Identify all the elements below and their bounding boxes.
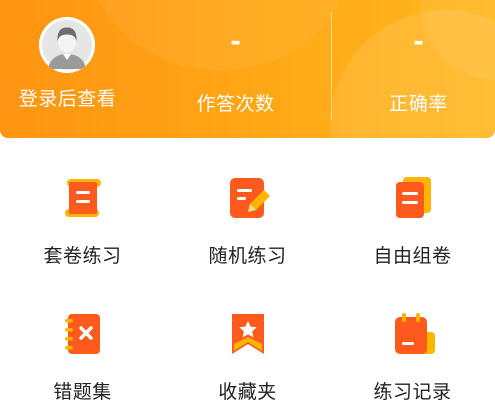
- stat-accuracy: - 正确率: [336, 0, 495, 138]
- menu-item-practice-record[interactable]: 练习记录: [330, 274, 495, 409]
- wrong-notebook-icon: [59, 310, 107, 358]
- stat-value: -: [413, 27, 424, 57]
- stat-label: 作答次数: [196, 93, 275, 115]
- avatar[interactable]: [39, 17, 95, 73]
- menu-item-wrong-questions[interactable]: 错题集: [0, 274, 165, 409]
- login-prompt[interactable]: 登录后查看: [0, 84, 135, 111]
- menu-item-label: 错题集: [53, 381, 112, 403]
- menu-item-label: 练习记录: [373, 381, 452, 403]
- menu-item-label: 套卷练习: [43, 245, 122, 267]
- stacked-papers-icon: [389, 174, 437, 222]
- menu-item-favorites[interactable]: 收藏夹: [165, 274, 330, 409]
- menu-item-label: 收藏夹: [218, 381, 277, 403]
- feature-menu: 套卷练习 随机练习 自由组卷 错题集 收藏夹 练习记录: [0, 138, 495, 409]
- paper-scroll-icon: [59, 174, 107, 222]
- menu-item-paper-practice[interactable]: 套卷练习: [0, 138, 165, 273]
- edit-note-icon: [224, 174, 272, 222]
- page: 登录后查看 - 作答次数 - 正确率 套卷练习 随机练习 自由组卷 错题集 收藏…: [0, 0, 495, 409]
- bookmark-star-icon: [224, 310, 272, 358]
- menu-item-label: 随机练习: [208, 245, 287, 267]
- calendar-record-icon: [389, 310, 437, 358]
- header-banner: 登录后查看 - 作答次数 - 正确率: [0, 0, 495, 138]
- stat-label: 正确率: [389, 93, 448, 115]
- stat-divider: [331, 12, 332, 120]
- menu-item-label: 自由组卷: [373, 245, 452, 267]
- menu-item-random-practice[interactable]: 随机练习: [165, 138, 330, 273]
- stat-answer-count: - 作答次数: [153, 0, 318, 138]
- menu-item-custom-paper[interactable]: 自由组卷: [330, 138, 495, 273]
- stat-value: -: [230, 27, 241, 57]
- user-avatar-icon: [39, 17, 95, 73]
